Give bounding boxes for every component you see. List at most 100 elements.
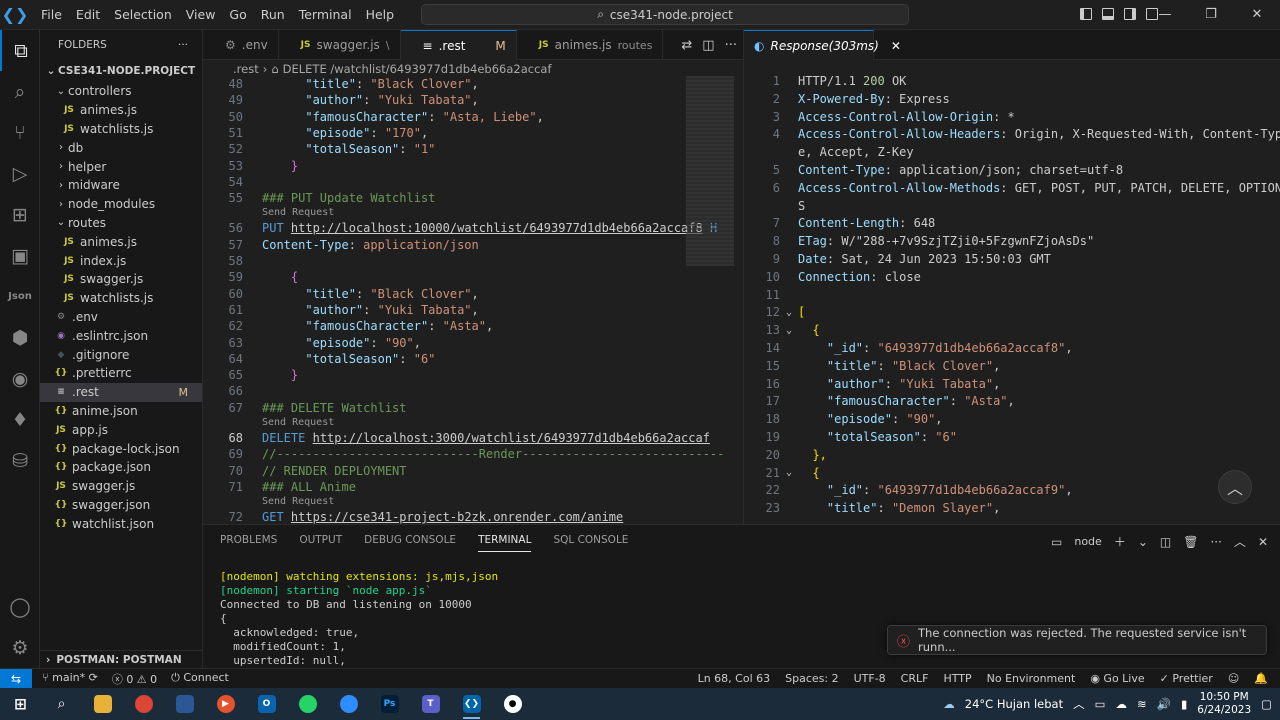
- panel-tab-sql-console[interactable]: SQL CONSOLE: [553, 534, 628, 546]
- tree-item[interactable]: {} package.json: [40, 458, 202, 477]
- split-terminal-icon[interactable]: ◫: [1160, 535, 1171, 549]
- explorer-icon[interactable]: ⧉: [0, 30, 40, 71]
- tree-item[interactable]: JS index.js: [40, 251, 202, 270]
- tree-item[interactable]: ⌄ routes: [40, 214, 202, 233]
- tree-item[interactable]: JS swagger.js: [40, 477, 202, 496]
- close-panel-icon[interactable]: ✕: [1258, 535, 1268, 549]
- code-line[interactable]: 52 "totalSeason": "1": [203, 141, 436, 157]
- toggle-secondary-sidebar-icon[interactable]: [1124, 8, 1136, 20]
- code-line[interactable]: 53 }: [203, 158, 299, 174]
- response-line[interactable]: 18 "episode": "90",: [744, 410, 943, 428]
- fold-chevron-icon[interactable]: ⌄: [780, 307, 798, 318]
- code-line[interactable]: 63 "episode": "90",: [203, 335, 421, 351]
- manage-gear-icon[interactable]: ⚙: [0, 627, 40, 668]
- tree-item[interactable]: {} package-lock.json: [40, 439, 202, 458]
- tree-item[interactable]: ≡ .rest M: [40, 382, 202, 402]
- response-line[interactable]: 5 Content-Type: application/json; charset…: [744, 161, 1123, 179]
- breadcrumb-file[interactable]: .rest: [233, 62, 259, 76]
- tab-env[interactable]: ⚙ .env: [203, 30, 279, 60]
- run-debug-icon[interactable]: ▷: [0, 153, 40, 194]
- tree-item[interactable]: ⌄ controllers: [40, 82, 202, 101]
- error-notification[interactable]: ⓧ The connection was rejected. The reque…: [887, 625, 1267, 655]
- menu-go[interactable]: Go: [222, 0, 253, 30]
- code-line[interactable]: 57 Content-Type: application/json: [203, 237, 479, 253]
- file-explorer-icon[interactable]: [82, 688, 123, 720]
- search-activity-icon[interactable]: ⌕: [0, 71, 40, 112]
- mongodb-leaf-icon[interactable]: ♦: [0, 399, 40, 440]
- store-icon[interactable]: [164, 688, 205, 720]
- feedback-icon[interactable]: ☺: [1228, 672, 1239, 685]
- response-line[interactable]: 13 ⌄ {: [744, 321, 820, 339]
- environment[interactable]: No Environment: [987, 672, 1076, 685]
- whatsapp-icon[interactable]: [287, 688, 328, 720]
- tree-item[interactable]: ◉ .eslintrc.json: [40, 326, 202, 345]
- more-actions-icon[interactable]: ···: [1210, 535, 1221, 549]
- response-line[interactable]: 15 "title": "Black Clover",: [744, 357, 1001, 375]
- response-viewer[interactable]: 1 HTTP/1.1 200 OK 2 X-Powered-By: Express 3 A…: [743, 60, 1280, 524]
- tree-item[interactable]: JS app.js: [40, 420, 202, 439]
- toggle-sidebar-icon[interactable]: [1080, 8, 1092, 20]
- photoshop-icon[interactable]: Ps: [369, 688, 410, 720]
- fold-chevron-icon[interactable]: ⌄: [780, 325, 798, 336]
- command-center-search[interactable]: ⌕ cse341-node.project: [421, 4, 909, 25]
- response-line[interactable]: 14 "_id": "6493977d1db4eb66a2accaf8",: [744, 339, 1073, 357]
- new-terminal-icon[interactable]: ＋: [1114, 533, 1126, 550]
- terminal-name[interactable]: node: [1074, 535, 1101, 548]
- tab-response[interactable]: ◐ Response(303ms) ✕: [744, 30, 901, 60]
- code-line[interactable]: 65 }: [203, 367, 299, 383]
- tab-rest[interactable]: ≡ .rest M: [400, 30, 517, 60]
- notifications-bell-icon[interactable]: 🔔: [1254, 672, 1268, 685]
- response-line[interactable]: 21 ⌄ {: [744, 464, 820, 482]
- zoom-icon[interactable]: [328, 688, 369, 720]
- code-line[interactable]: 68 DELETE http://localhost:3000/watchlist…: [203, 430, 710, 446]
- clock[interactable]: 10:50 PM 6/24/2023: [1197, 691, 1251, 717]
- more-actions-icon[interactable]: ···: [178, 39, 188, 51]
- notification-center-icon[interactable]: ▢: [1261, 697, 1272, 711]
- browser-taskbar-icon[interactable]: ●: [492, 688, 533, 720]
- tree-item[interactable]: {} .prettierrc: [40, 364, 202, 383]
- more-actions-icon[interactable]: ···: [725, 38, 737, 53]
- volume-icon[interactable]: 🔊: [1157, 697, 1171, 711]
- toggle-panel-icon[interactable]: [1102, 8, 1114, 20]
- search-icon[interactable]: ⌕: [41, 688, 82, 720]
- chrome-icon[interactable]: [123, 688, 164, 720]
- response-line[interactable]: 2 X-Powered-By: Express: [744, 90, 950, 108]
- panel-tab-output[interactable]: OUTPUT: [299, 534, 342, 546]
- menu-selection[interactable]: Selection: [107, 0, 179, 30]
- chevron-down-icon[interactable]: ⌄: [1138, 535, 1148, 549]
- network-icon[interactable]: ▭: [1095, 697, 1106, 711]
- minimize-icon[interactable]: —: [1142, 0, 1188, 30]
- tree-item[interactable]: JS watchlists.js: [40, 289, 202, 308]
- send-request-codelens[interactable]: Send Request: [262, 496, 334, 509]
- connect-status[interactable]: ⏻ Connect: [171, 671, 229, 687]
- terminal-output[interactable]: [nodemon] watching extensions: js,mjs,js…: [220, 570, 498, 668]
- language-mode[interactable]: HTTP: [943, 672, 971, 685]
- media-player-icon[interactable]: ▶: [205, 688, 246, 720]
- code-line[interactable]: 70 // RENDER DEPLOYMENT: [203, 463, 407, 479]
- tab-swagger-js[interactable]: JS swagger.js \: [279, 30, 401, 60]
- code-line[interactable]: 64 "totalSeason": "6": [203, 351, 436, 367]
- close-icon[interactable]: ✕: [1234, 0, 1280, 30]
- menu-view[interactable]: View: [179, 0, 223, 30]
- tree-item[interactable]: {} anime.json: [40, 402, 202, 421]
- prettier[interactable]: ✓ Prettier: [1160, 672, 1213, 685]
- response-line[interactable]: 16 "author": "Yuki Tabata",: [744, 375, 1001, 393]
- response-line[interactable]: 20 },: [744, 446, 827, 464]
- go-live[interactable]: ◉ Go Live: [1090, 672, 1144, 685]
- extensions-icon[interactable]: ⊞: [0, 194, 40, 235]
- remote-explorer-icon[interactable]: ▣: [0, 235, 40, 276]
- panel-tab-terminal[interactable]: TERMINAL: [478, 534, 532, 552]
- tree-item[interactable]: JS swagger.js: [40, 270, 202, 289]
- tab-animes-js[interactable]: JS animes.js routes: [517, 30, 664, 60]
- code-line[interactable]: 49 "author": "Yuki Tabata",: [203, 92, 479, 108]
- code-line[interactable]: 60 "title": "Black Clover",: [203, 286, 479, 302]
- python-icon[interactable]: ⬢: [0, 317, 40, 358]
- tree-item[interactable]: › node_modules: [40, 195, 202, 214]
- response-line[interactable]: 7 Content-Length: 648: [744, 214, 936, 232]
- response-line[interactable]: 4 Access-Control-Allow-Headers: Origin, X…: [744, 125, 1280, 143]
- code-line[interactable]: 72 GET https://cse341-project-b2zk.onrend…: [203, 509, 624, 524]
- menu-edit[interactable]: Edit: [69, 0, 107, 30]
- tree-item[interactable]: › helper: [40, 157, 202, 176]
- end-of-line[interactable]: CRLF: [901, 672, 929, 685]
- send-request-codelens[interactable]: Send Request: [262, 207, 334, 220]
